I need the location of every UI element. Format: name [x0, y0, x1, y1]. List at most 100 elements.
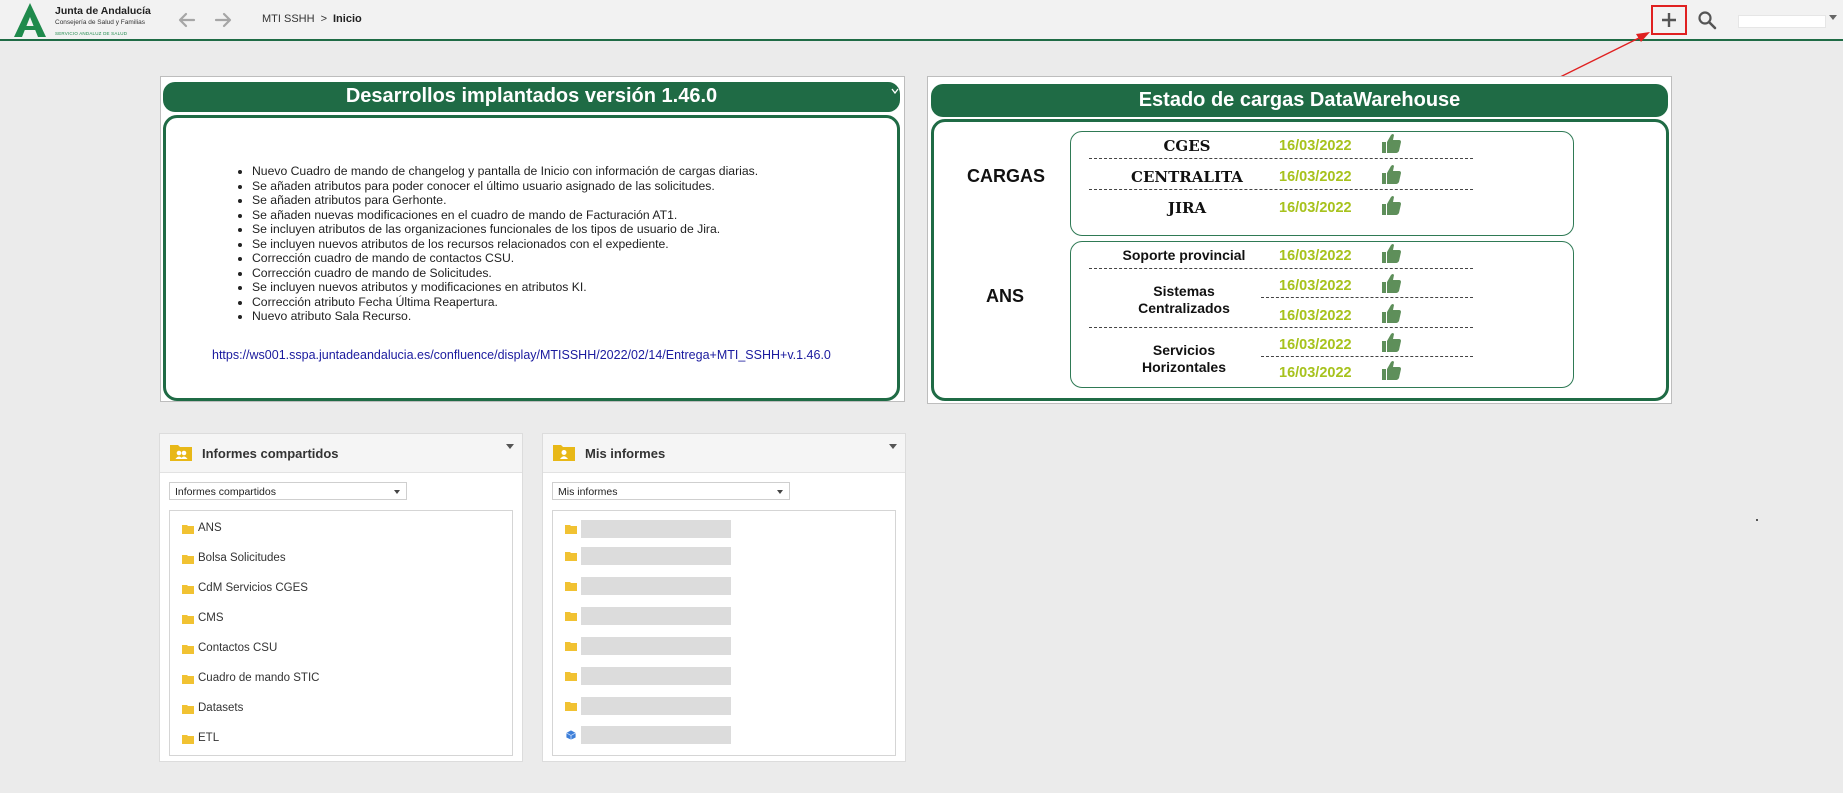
folder-label: ETL: [198, 732, 220, 744]
forward-button[interactable]: [212, 9, 234, 31]
shared-folder-icon: [170, 445, 192, 461]
row-separator: [1089, 189, 1473, 190]
thumbs-up-icon: [1382, 244, 1401, 263]
row-separator: [1089, 268, 1473, 269]
folder-item[interactable]: CMS: [170, 608, 512, 630]
chevron-down-icon[interactable]: [506, 444, 514, 449]
user-menu[interactable]: [1738, 15, 1826, 28]
junta-logo[interactable]: Junta de Andalucía Consejería de Salud y…: [11, 2, 153, 38]
logo-subtitle: Consejería de Salud y Familias: [55, 19, 145, 26]
logo-tagline: SERVICIO ANDALUZ DE SALUD: [55, 31, 128, 36]
shared-reports-select-value: Informes compartidos: [175, 486, 276, 498]
chevron-down-icon[interactable]: [1829, 15, 1837, 20]
my-reports-title: Mis informes: [585, 446, 666, 461]
ans-name-soporte-provincial: Soporte provincial: [1122, 247, 1246, 263]
redacted-label: [581, 547, 731, 565]
ans-date-soporte-provincial: 16/03/2022: [1279, 248, 1352, 264]
development-item: Corrección cuadro de mando de contactos …: [252, 251, 758, 266]
carga-date-centralita: 16/03/2022: [1279, 169, 1352, 185]
shared-reports-list: ANS Bolsa Solicitudes CdM Servicios CGES…: [169, 510, 513, 756]
folder-icon: [182, 615, 194, 624]
ans-name-servicios-line2: Horizontales: [1141, 359, 1226, 375]
folder-icon: [182, 585, 194, 594]
development-item: Nuevo atributo Sala Recurso.: [252, 309, 758, 324]
developments-body: Nuevo Cuadro de mando de changelog y pan…: [163, 115, 900, 401]
developments-title: Desarrollos implantados versión 1.46.0: [163, 82, 900, 112]
list-item[interactable]: [553, 605, 895, 627]
redacted-label: [581, 726, 731, 744]
collapse-chevron-icon[interactable]: [891, 88, 899, 94]
development-item: Se incluyen nuevos atributos de los recu…: [252, 237, 758, 252]
row-separator: [1089, 327, 1473, 328]
shared-reports-title: Informes compartidos: [202, 446, 339, 461]
shared-reports-header: Informes compartidos: [160, 434, 522, 473]
development-item: Se incluyen nuevos atributos y modificac…: [252, 280, 758, 295]
development-item: Se incluyen atributos de las organizacio…: [252, 222, 758, 237]
folder-icon: [182, 525, 194, 534]
logo-title: Junta de Andalucía: [55, 5, 151, 17]
list-item[interactable]: [553, 545, 895, 567]
redacted-label: [581, 577, 731, 595]
redacted-label: [581, 520, 731, 538]
chevron-down-icon[interactable]: [889, 444, 897, 449]
search-button[interactable]: [1697, 10, 1717, 30]
folder-icon: [565, 525, 577, 534]
folder-label: ANS: [198, 522, 222, 534]
folder-icon: [182, 675, 194, 684]
folder-label: Cuadro de mando STIC: [198, 672, 320, 684]
folder-icon: [565, 642, 577, 651]
list-item[interactable]: [553, 695, 895, 717]
folder-item[interactable]: ETL: [170, 728, 512, 750]
folder-item[interactable]: Cuadro de mando STIC: [170, 668, 512, 690]
folder-item[interactable]: Contactos CSU: [170, 638, 512, 660]
ans-label: ANS: [986, 286, 1025, 306]
development-item: Corrección atributo Fecha Última Reapert…: [252, 295, 758, 310]
list-item[interactable]: [553, 635, 895, 657]
development-item: Nuevo Cuadro de mando de changelog y pan…: [252, 164, 758, 179]
list-item[interactable]: [553, 665, 895, 687]
folder-icon: [182, 645, 194, 654]
row-separator: [1261, 297, 1473, 298]
folder-item[interactable]: Bolsa Solicitudes: [170, 548, 512, 570]
folder-item[interactable]: Datasets: [170, 698, 512, 720]
developments-panel: Desarrollos implantados versión 1.46.0 N…: [160, 76, 905, 402]
back-button[interactable]: [176, 9, 198, 31]
folder-item[interactable]: CdM Servicios CGES: [170, 578, 512, 600]
developments-list: Nuevo Cuadro de mando de changelog y pan…: [236, 164, 758, 324]
stray-dot: [1756, 519, 1758, 521]
carga-name-centralita: CENTRALITA: [1131, 168, 1243, 186]
top-bar: Junta de Andalucía Consejería de Salud y…: [0, 0, 1843, 41]
my-reports-list: [552, 510, 896, 756]
plus-icon: [1662, 13, 1676, 27]
folder-icon: [565, 552, 577, 561]
cargas-label: CARGAS: [967, 166, 1046, 186]
thumbs-up-icon: [1382, 134, 1401, 153]
folder-icon: [182, 735, 194, 744]
search-icon: [1698, 11, 1717, 30]
my-reports-select[interactable]: Mis informes: [552, 482, 790, 500]
breadcrumb-separator: >: [320, 13, 327, 25]
folder-icon: [565, 582, 577, 591]
list-item[interactable]: [553, 575, 895, 597]
breadcrumb-current: Inicio: [333, 13, 362, 25]
thumbs-up-icon: [1382, 274, 1401, 293]
add-button[interactable]: [1651, 5, 1687, 35]
carga-date-cges: 16/03/2022: [1279, 138, 1352, 154]
list-item[interactable]: [553, 518, 895, 540]
arrow-right-icon: [214, 12, 232, 28]
ans-date-sistemas-1: 16/03/2022: [1279, 278, 1352, 294]
carga-date-jira: 16/03/2022: [1279, 200, 1352, 216]
redacted-label: [581, 697, 731, 715]
datawarehouse-title: Estado de cargas DataWarehouse: [931, 84, 1668, 117]
folder-item[interactable]: ANS: [170, 518, 512, 540]
breadcrumb-root[interactable]: MTI SSHH: [262, 13, 315, 25]
cube-icon: [566, 730, 576, 740]
chevron-down-icon: [394, 490, 400, 494]
thumbs-up-icon: [1382, 333, 1401, 352]
release-notes-link[interactable]: https://ws001.sspa.juntadeandalucia.es/c…: [212, 348, 831, 362]
list-item[interactable]: [553, 724, 895, 746]
breadcrumb: MTI SSHH > Inicio: [262, 13, 362, 25]
ans-date-servicios-2: 16/03/2022: [1279, 365, 1352, 381]
folder-icon: [565, 672, 577, 681]
shared-reports-select[interactable]: Informes compartidos: [169, 482, 407, 500]
